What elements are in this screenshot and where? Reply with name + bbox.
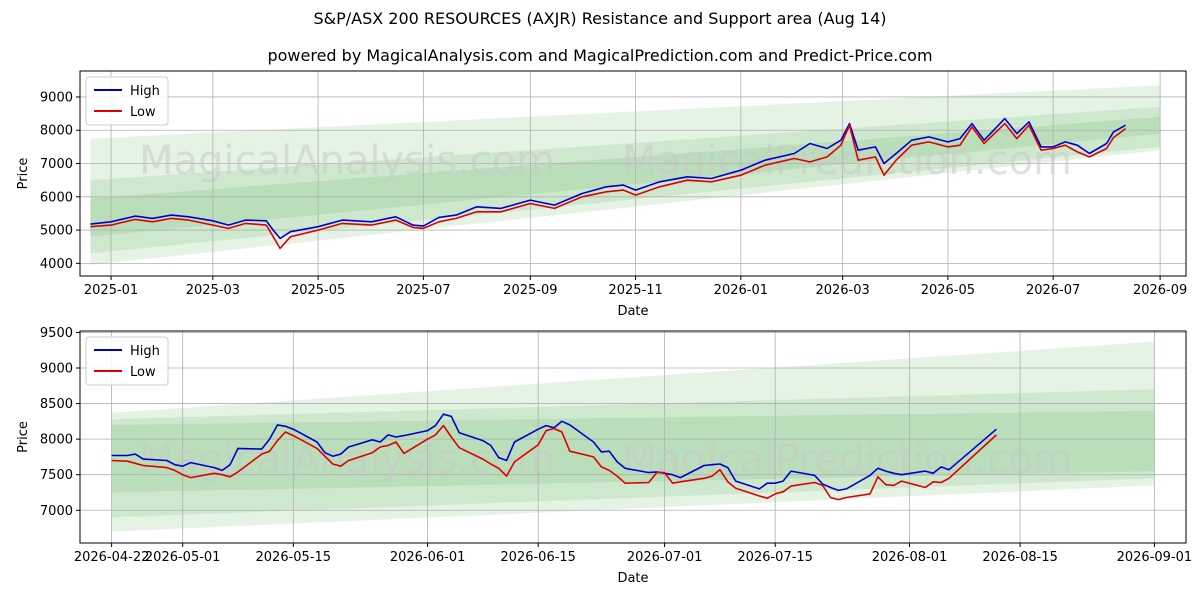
x-tick-label: 2025-01 bbox=[84, 283, 138, 298]
chart-panel-1: MagicalAnalysis.com MagicalPrediction.com… bbox=[16, 70, 1187, 319]
legend-label-high: High bbox=[130, 84, 160, 99]
x-tick-label: 2026-01 bbox=[714, 283, 768, 298]
y-tick-label: 8000 bbox=[40, 124, 73, 139]
watermark-prediction: MagicalPrediction.com bbox=[622, 437, 1072, 483]
y-tick-label: 5000 bbox=[40, 224, 73, 239]
plot-area: MagicalAnalysis.com MagicalPrediction.com bbox=[80, 331, 1186, 543]
x-axis-label: Date bbox=[617, 571, 648, 586]
legend-label-low: Low bbox=[130, 365, 156, 380]
watermark-analysis: MagicalAnalysis.com bbox=[139, 138, 555, 184]
y-tick-label: 9000 bbox=[40, 361, 73, 376]
x-tick-label: 2025-03 bbox=[186, 283, 240, 298]
x-axis-label: Date bbox=[617, 304, 648, 319]
x-tick-label: 2026-09 bbox=[1133, 283, 1187, 298]
x-tick-label: 2026-04-22 bbox=[74, 550, 150, 565]
x-tick-label: 2026-06-01 bbox=[390, 550, 466, 565]
x-tick-label: 2025-05 bbox=[291, 283, 345, 298]
y-axis-label: Price bbox=[16, 158, 31, 190]
x-tick-label: 2026-05-01 bbox=[145, 550, 221, 565]
x-tick-label: 2026-05-15 bbox=[256, 550, 332, 565]
y-tick-label: 9500 bbox=[40, 326, 73, 341]
x-tick-label: 2026-05 bbox=[921, 283, 975, 298]
chart-panel-2: MagicalAnalysis.com MagicalPrediction.com… bbox=[16, 326, 1192, 586]
y-tick-label: 7500 bbox=[40, 468, 73, 483]
y-tick-label: 6000 bbox=[40, 190, 73, 205]
x-tick-label: 2026-03 bbox=[815, 283, 869, 298]
y-tick-label: 7000 bbox=[40, 504, 73, 519]
y-tick-label: 8500 bbox=[40, 397, 73, 412]
legend: High Low bbox=[85, 76, 169, 126]
x-tick-label: 2025-07 bbox=[396, 283, 450, 298]
x-tick-label: 2026-07 bbox=[1026, 283, 1080, 298]
chart-canvas: S&P/ASX 200 RESOURCES (AXJR) Resistance … bbox=[0, 0, 1200, 600]
x-tick-label: 2026-08-01 bbox=[872, 550, 948, 565]
x-tick-label: 2026-08-15 bbox=[982, 550, 1058, 565]
y-tick-label: 7000 bbox=[40, 157, 73, 172]
y-tick-label: 8000 bbox=[40, 433, 73, 448]
charts-svg: MagicalAnalysis.com MagicalPrediction.com… bbox=[16, 70, 1192, 586]
y-tick-label: 9000 bbox=[40, 90, 73, 105]
x-tick-label: 2026-07-15 bbox=[737, 550, 813, 565]
y-axis-label: Price bbox=[16, 421, 31, 453]
legend-label-low: Low bbox=[130, 105, 156, 120]
legend-label-high: High bbox=[130, 344, 160, 359]
x-tick-label: 2026-06-15 bbox=[500, 550, 576, 565]
plot-area: MagicalAnalysis.com MagicalPrediction.com bbox=[80, 71, 1186, 276]
x-tick-label: 2025-11 bbox=[608, 283, 662, 298]
x-tick-label: 2026-07-01 bbox=[627, 550, 703, 565]
x-tick-label: 2026-09-01 bbox=[1117, 550, 1193, 565]
x-tick-label: 2025-09 bbox=[503, 283, 557, 298]
y-tick-label: 4000 bbox=[40, 257, 73, 272]
legend: High Low bbox=[85, 336, 169, 386]
